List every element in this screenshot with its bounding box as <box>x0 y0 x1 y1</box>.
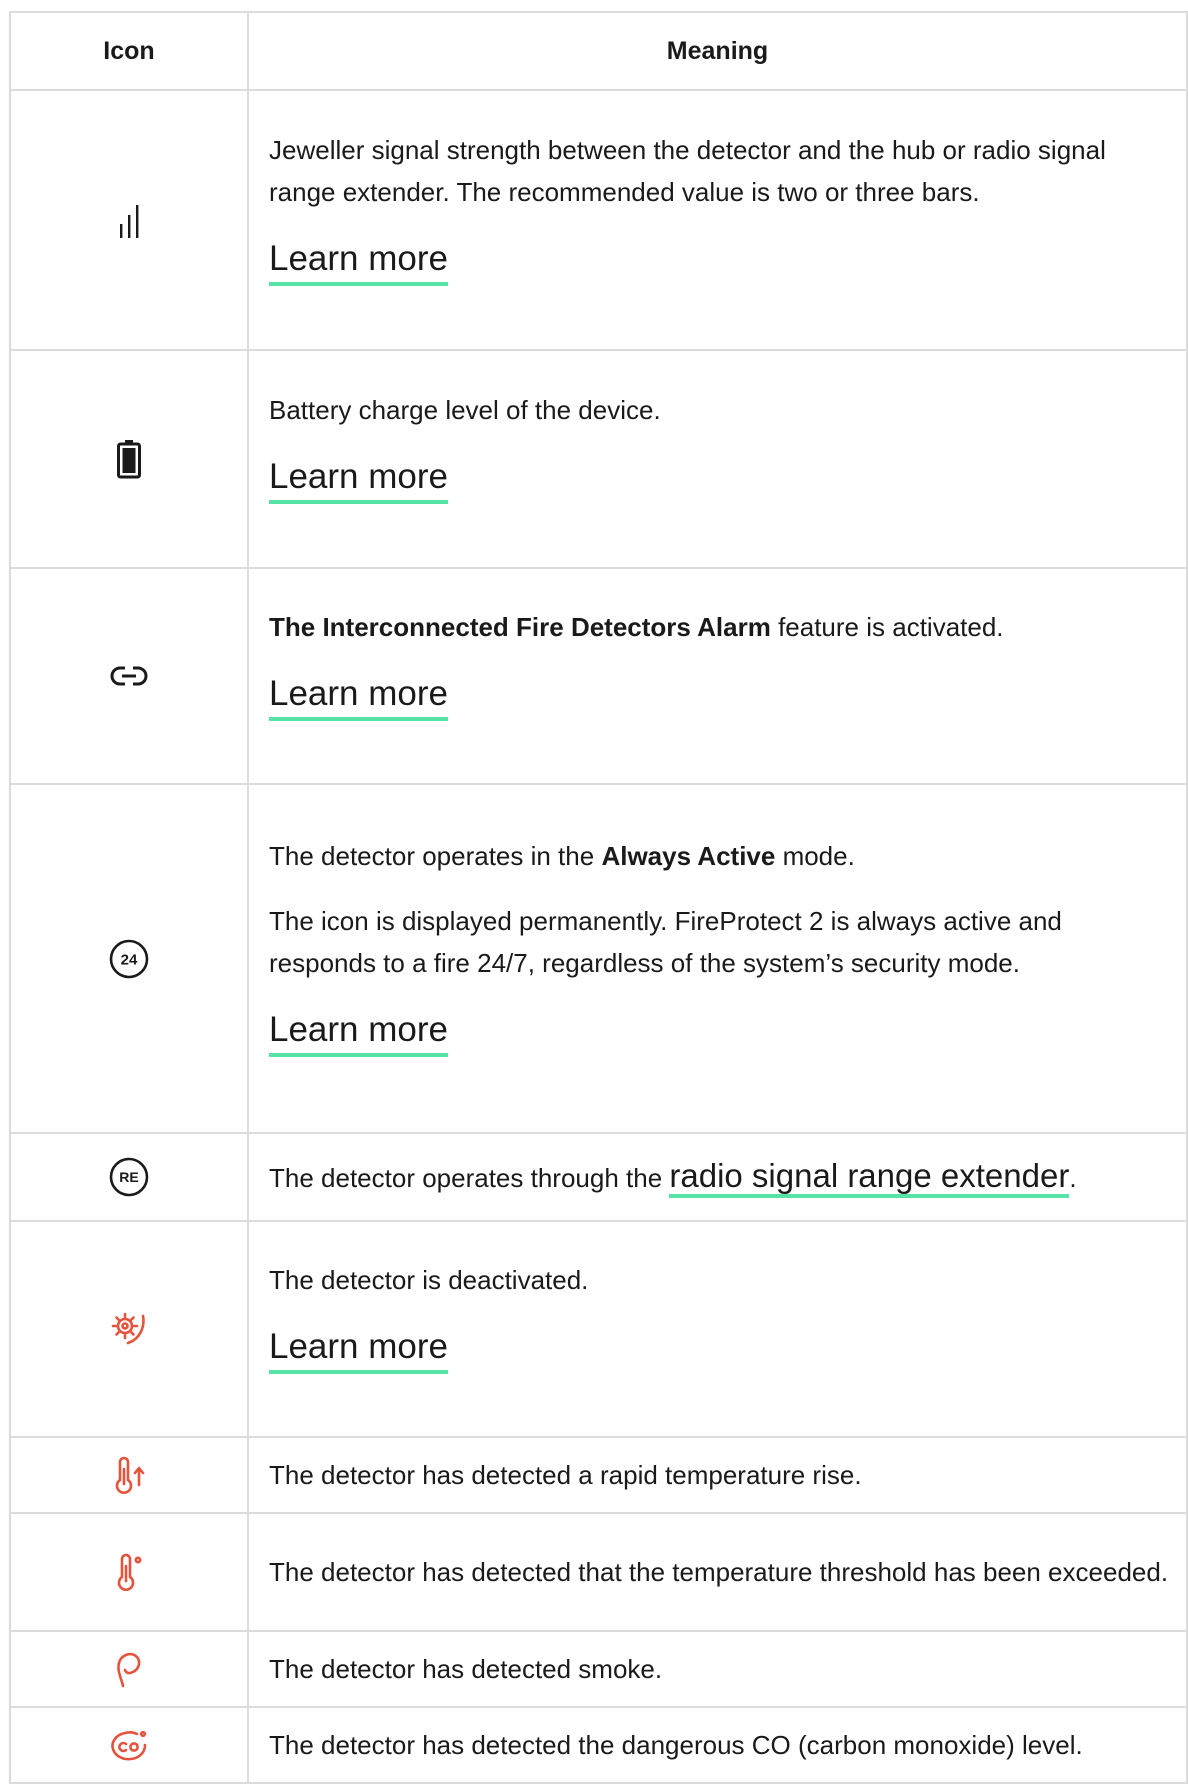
rapid-temperature-rise-icon <box>109 1455 149 1495</box>
meaning-cell: Battery charge level of the device. Lear… <box>247 349 1188 569</box>
icon-cell: RE <box>9 1132 249 1222</box>
meaning-cell: The detector has detected the dangerous … <box>247 1706 1188 1784</box>
svg-text:24: 24 <box>121 951 138 968</box>
icon-cell <box>9 1512 249 1632</box>
table-row: The Interconnected Fire Detectors Alarm … <box>9 567 1188 785</box>
header-icon: Icon <box>9 11 249 91</box>
description-text: feature is activated. <box>770 611 1004 642</box>
learn-more-link[interactable]: Learn more <box>269 672 448 721</box>
description-text: The detector operates through the <box>269 1163 670 1193</box>
icon-cell <box>9 567 249 785</box>
learn-more-link[interactable]: Learn more <box>269 1325 448 1374</box>
feature-name: The Interconnected Fire Detectors Alarm <box>269 611 771 642</box>
range-extender-link[interactable]: radio signal range extender <box>669 1157 1070 1198</box>
table-row: Jeweller signal strength between the det… <box>9 89 1188 351</box>
table-row: The detector has detected a rapid temper… <box>9 1436 1188 1514</box>
icon-cell <box>9 1220 249 1438</box>
signal-bars-icon <box>109 200 149 240</box>
learn-more-link[interactable]: Learn more <box>269 455 448 504</box>
icon-cell <box>9 1436 249 1514</box>
link-icon <box>109 661 149 691</box>
row-description: The detector operates through the radio … <box>269 1155 1176 1199</box>
icon-cell: 24 <box>9 783 249 1134</box>
meaning-cell: The Interconnected Fire Detectors Alarm … <box>247 567 1188 785</box>
description-text: The detector operates in the <box>269 840 602 871</box>
table-row: The detector is deactivated. Learn more <box>9 1220 1188 1438</box>
meaning-cell: Jeweller signal strength between the det… <box>247 89 1188 351</box>
table-row: The detector has detected that the tempe… <box>9 1512 1188 1632</box>
icon-cell <box>9 349 249 569</box>
row-description: The detector operates in the Always Acti… <box>269 835 1176 877</box>
description-text: . <box>1069 1163 1077 1193</box>
smoke-icon <box>109 1649 149 1689</box>
header-meaning: Meaning <box>247 11 1188 91</box>
row-description: The Interconnected Fire Detectors Alarm … <box>269 606 1176 648</box>
row-description: Jeweller signal strength between the det… <box>269 134 1106 207</box>
learn-more-link[interactable]: Learn more <box>269 237 448 286</box>
table-row: 24 The detector operates in the Always A… <box>9 783 1188 1134</box>
table-row: Battery charge level of the device. Lear… <box>9 349 1188 569</box>
row-description: The detector is deactivated. <box>269 1264 589 1295</box>
meaning-cell: The detector is deactivated. Learn more <box>247 1220 1188 1438</box>
meaning-cell: The detector operates through the radio … <box>247 1132 1188 1222</box>
meaning-cell: The detector has detected smoke. <box>247 1630 1188 1708</box>
meaning-cell: The detector has detected a rapid temper… <box>247 1436 1188 1514</box>
table-header-row: Icon Meaning <box>9 11 1188 91</box>
table-row: The detector has detected the dangerous … <box>9 1706 1188 1784</box>
meaning-cell: The detector has detected that the tempe… <box>247 1512 1188 1632</box>
icon-cell <box>9 1706 249 1784</box>
table-row: The detector has detected smoke. <box>9 1630 1188 1708</box>
range-extender-icon: RE <box>108 1156 150 1198</box>
row-description-extra: The icon is displayed permanently. FireP… <box>269 905 1062 978</box>
battery-icon <box>114 439 144 479</box>
icon-cell <box>9 1630 249 1708</box>
row-description: The detector has detected a rapid temper… <box>269 1460 862 1490</box>
mode-name: Always Active <box>601 840 776 871</box>
row-description: The detector has detected the dangerous … <box>269 1730 1083 1760</box>
row-description: The detector has detected that the tempe… <box>269 1557 1169 1587</box>
learn-more-link[interactable]: Learn more <box>269 1008 448 1057</box>
deactivated-gear-icon <box>107 1309 151 1349</box>
row-description: The detector has detected smoke. <box>269 1654 663 1684</box>
co-icon <box>107 1725 151 1765</box>
meaning-cell: The detector operates in the Always Acti… <box>247 783 1188 1134</box>
row-description: Battery charge level of the device. <box>269 394 661 425</box>
table-row: RE The detector operates through the rad… <box>9 1132 1188 1222</box>
temperature-threshold-icon <box>109 1552 149 1592</box>
always-active-24-icon: 24 <box>108 938 150 980</box>
icon-cell <box>9 89 249 351</box>
svg-text:RE: RE <box>119 1169 138 1185</box>
description-text: mode. <box>775 840 855 871</box>
icons-table: Icon Meaning Jeweller signal strength be… <box>9 11 1188 1784</box>
